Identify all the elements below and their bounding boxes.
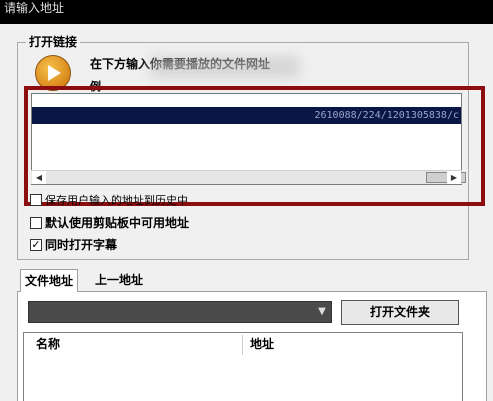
instruction-example: 例 [90,80,101,93]
save-history-checkbox[interactable] [30,194,42,206]
address-combobox[interactable]: ▼ [28,301,332,323]
play-icon [35,55,71,91]
arrow-left-icon[interactable]: ◀ [32,171,46,184]
save-history-option[interactable]: 保存用户输入的地址到历史中 [30,192,188,208]
tab-file-address[interactable]: 文件地址 [20,269,79,292]
open-subtitles-label: 同时打开字幕 [45,238,118,252]
open-subtitles-option[interactable]: ✓ 同时打开字幕 [30,236,117,253]
column-divider[interactable] [242,335,243,355]
chevron-down-icon[interactable]: ▼ [315,304,329,320]
column-header-address[interactable]: 地址 [250,333,274,355]
window-title-bar: 请输入地址 [0,0,493,24]
redaction-blur [150,56,300,78]
open-folder-button[interactable]: 打开文件夹 [341,300,459,325]
window-title: 请输入地址 [4,1,65,15]
use-clipboard-option[interactable]: 默认使用剪贴板中可用地址 [30,214,189,231]
file-list[interactable]: 名称 地址 [23,332,463,401]
use-clipboard-checkbox[interactable] [30,216,42,229]
open-subtitles-checkbox[interactable]: ✓ [30,238,42,251]
tab-bar: 文件地址 上一地址 [17,268,487,292]
url-selected-text: 2610088/224/1201305838/c [32,107,461,124]
tab-previous-address[interactable]: 上一地址 [91,269,147,291]
open-link-group-title: 打开链接 [26,33,81,50]
url-horizontal-scrollbar[interactable]: ◀ ▶ [31,170,466,184]
column-header-name[interactable]: 名称 [36,333,60,355]
arrow-right-icon[interactable]: ▶ [447,171,461,184]
save-history-label: 保存用户输入的地址到历史中 [45,194,188,207]
use-clipboard-label: 默认使用剪贴板中可用地址 [45,216,190,230]
